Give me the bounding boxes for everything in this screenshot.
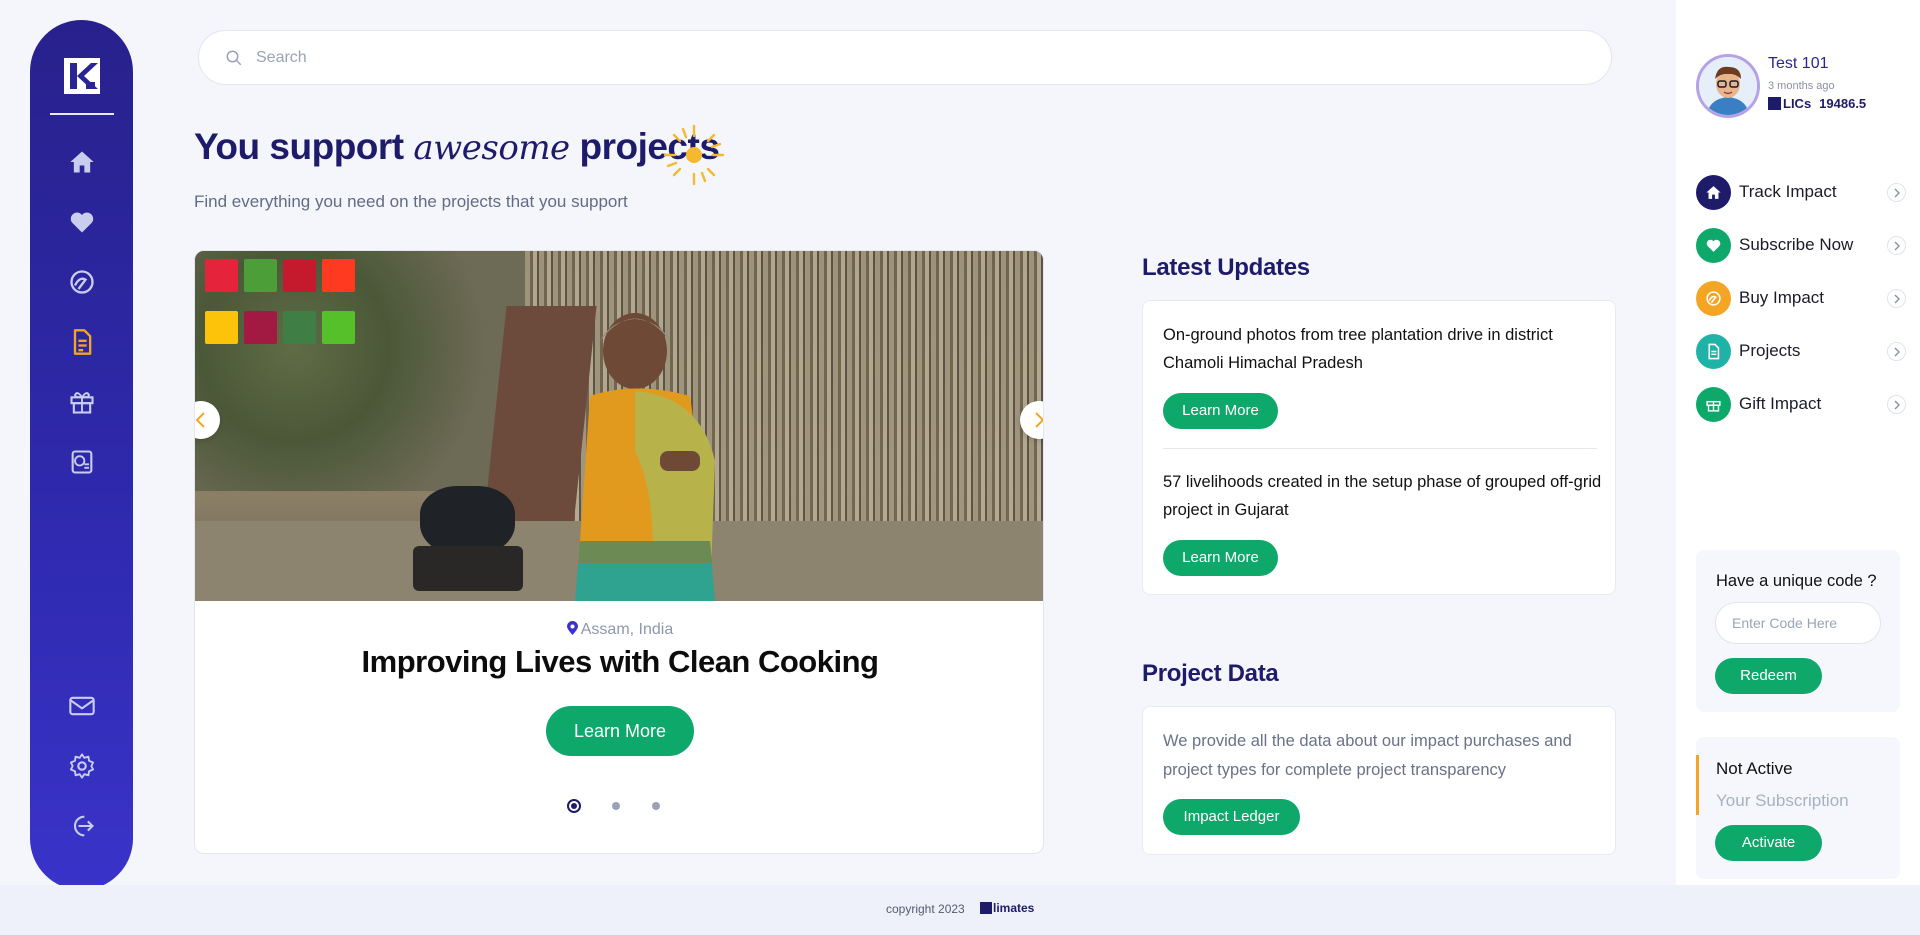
subscription-label: Your Subscription	[1716, 791, 1849, 810]
search-bar[interactable]	[198, 30, 1612, 85]
impact-ledger-button[interactable]: Impact Ledger	[1163, 799, 1300, 835]
location-text: Assam, India	[580, 621, 674, 638]
gift-icon	[1696, 387, 1731, 422]
status-accent-bar	[1696, 755, 1699, 815]
page-title: You support awesome projects	[194, 126, 720, 168]
carousel-dot-2[interactable]	[612, 802, 620, 810]
carousel-dot-1[interactable]	[567, 799, 581, 813]
avatar[interactable]	[1696, 54, 1760, 118]
menu-label: Buy Impact	[1739, 288, 1825, 307]
project-carousel: Assam, India Improving Lives with Clean …	[194, 250, 1044, 854]
menu-projects[interactable]: Projects	[1696, 332, 1906, 370]
menu-label: Subscribe Now	[1739, 235, 1854, 254]
klimates-logo-icon[interactable]	[64, 58, 100, 94]
mail-icon[interactable]	[68, 692, 96, 720]
page-subtitle: Find everything you need on the projects…	[194, 192, 628, 211]
menu-label: Gift Impact	[1739, 394, 1822, 413]
menu-label: Track Impact	[1739, 182, 1837, 201]
footer-brand-text: limates	[993, 901, 1035, 915]
location-pin-icon	[566, 621, 578, 635]
code-question: Have a unique code ?	[1716, 572, 1877, 590]
chevron-right-icon	[1887, 183, 1906, 202]
update-learn-more-button-2[interactable]: Learn More	[1163, 540, 1278, 576]
menu-subscribe-now[interactable]: Subscribe Now	[1696, 226, 1906, 264]
carousel-dots	[565, 799, 685, 813]
title-part-1: You support	[194, 126, 404, 167]
user-name: Test 101	[1768, 55, 1829, 72]
project-data-text: We provide all the data about our impact…	[1163, 732, 1572, 779]
gift-icon[interactable]	[68, 388, 96, 416]
latest-updates-panel: On-ground photos from tree plantation dr…	[1142, 300, 1616, 595]
redeem-code-box: Have a unique code ? Redeem	[1696, 550, 1900, 712]
sdg-badges	[205, 259, 375, 359]
klics-label: LICs	[1783, 96, 1812, 111]
chevron-right-icon	[1887, 289, 1906, 308]
subscription-status: Not Active	[1716, 759, 1793, 778]
woman-figure-image	[575, 313, 715, 601]
impact-icon	[1696, 281, 1731, 316]
heart-icon	[1696, 228, 1731, 263]
update-text-1: On-ground photos from tree plantation dr…	[1163, 326, 1553, 372]
chevron-right-icon	[1887, 395, 1906, 414]
search-input[interactable]	[256, 43, 1556, 73]
user-avatar-image	[1699, 57, 1757, 115]
search-icon	[226, 50, 242, 66]
home-icon[interactable]	[68, 148, 96, 176]
update-learn-more-button-1[interactable]: Learn More	[1163, 393, 1278, 429]
update-text-2: 57 livelihoods created in the setup phas…	[1163, 473, 1602, 519]
home-icon	[1696, 175, 1731, 210]
klics-logo-icon	[1768, 97, 1781, 110]
footer-brand[interactable]: limates	[980, 901, 1034, 915]
project-location: Assam, India	[195, 621, 1043, 639]
heart-icon[interactable]	[68, 208, 96, 236]
klimates-logo-icon	[980, 902, 992, 914]
update-divider	[1163, 448, 1597, 449]
menu-gift-impact[interactable]: Gift Impact	[1696, 385, 1906, 423]
title-script-word: awesome	[413, 128, 570, 168]
right-sidebar: Test 101 3 months ago LICs 19486.5 Track …	[1676, 0, 1920, 920]
chevron-right-icon	[1035, 412, 1043, 428]
chevron-right-icon	[1887, 342, 1906, 361]
ledger-icon[interactable]	[68, 448, 96, 476]
impact-icon[interactable]	[68, 268, 96, 296]
document-icon	[1696, 334, 1731, 369]
activate-button[interactable]: Activate	[1715, 825, 1822, 861]
project-photo	[195, 251, 1043, 601]
klics-balance: LICs 19486.5	[1768, 96, 1866, 111]
menu-label: Projects	[1739, 341, 1801, 360]
chevron-right-icon	[1887, 236, 1906, 255]
document-icon[interactable]	[68, 328, 96, 356]
project-title: Improving Lives with Clean Cooking	[361, 644, 879, 679]
menu-buy-impact[interactable]: Buy Impact	[1696, 279, 1906, 317]
footer: copyright 2023 limates	[0, 885, 1920, 935]
code-input[interactable]	[1715, 602, 1881, 644]
chevron-left-icon	[195, 412, 205, 428]
carousel-dot-3[interactable]	[652, 802, 660, 810]
logout-icon[interactable]	[68, 812, 96, 840]
settings-icon[interactable]	[68, 752, 96, 780]
subscription-box: Not Active Your Subscription Activate	[1696, 737, 1900, 879]
sun-icon	[663, 124, 725, 186]
project-data-panel: We provide all the data about our impact…	[1142, 706, 1616, 855]
project-learn-more-button[interactable]: Learn More	[546, 706, 694, 756]
redeem-button[interactable]: Redeem	[1715, 658, 1822, 694]
copyright-text: copyright 2023	[886, 902, 965, 916]
rail-divider	[50, 113, 114, 115]
left-nav-rail	[30, 20, 133, 890]
user-last-seen: 3 months ago	[1768, 80, 1835, 92]
klics-value: 19486.5	[1819, 96, 1867, 111]
menu-track-impact[interactable]: Track Impact	[1696, 173, 1906, 211]
project-data-title: Project Data	[1142, 660, 1279, 687]
latest-updates-title: Latest Updates	[1142, 254, 1310, 281]
